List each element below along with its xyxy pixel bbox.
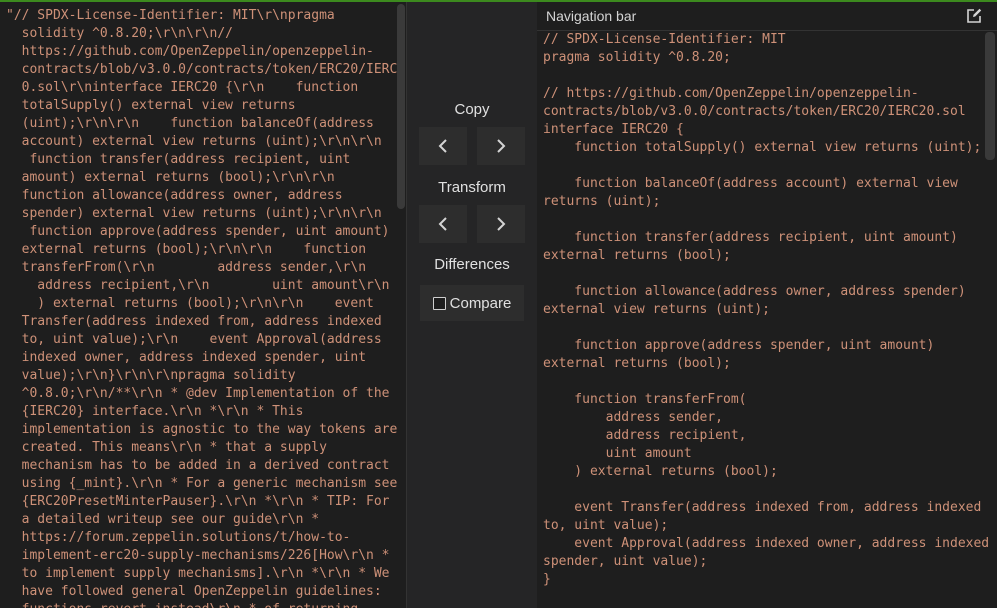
- code-line: function transfer(address recipient, uin…: [543, 230, 958, 245]
- code-line: external view returns (uint);: [543, 302, 770, 317]
- code-line: uint amount: [543, 446, 692, 461]
- compare-checkbox[interactable]: [432, 296, 446, 310]
- raw-text-line: indexed owner, address indexed spender, …: [6, 350, 367, 365]
- raw-text-line: ) external returns (bool);\r\n\r\n event: [6, 296, 374, 311]
- code-line: function allowance(address owner, addres…: [543, 284, 966, 299]
- navigation-bar-title: Navigation bar: [546, 8, 637, 24]
- code-line: spender, uint value);: [543, 554, 708, 569]
- raw-text-line: mechanism has to be added in a derived c…: [6, 458, 390, 473]
- raw-text-line: contracts/blob/v3.0.0/contracts/token/ER…: [6, 62, 405, 77]
- raw-text-line: {ERC20PresetMinterPauser}.\r\n *\r\n * T…: [6, 494, 390, 509]
- raw-text-line: function approve(address spender, uint a…: [6, 224, 390, 239]
- chevron-right-icon: [497, 139, 506, 153]
- raw-text-line: implementation is agnostic to the way to…: [6, 422, 398, 437]
- code-line: event Approval(address indexed owner, ad…: [543, 536, 990, 551]
- code-line: function totalSupply() external view ret…: [543, 140, 982, 155]
- code-line: event Transfer(address indexed from, add…: [543, 500, 982, 515]
- chevron-left-icon: [438, 139, 447, 153]
- code-line: ) external returns (bool);: [543, 464, 778, 479]
- raw-text-scrollbar-thumb[interactable]: [397, 4, 405, 209]
- raw-text-area[interactable]: "// SPDX-License-Identifier: MIT\r\nprag…: [6, 7, 405, 608]
- chevron-left-icon: [438, 217, 447, 231]
- raw-text-line: implement-erc20-supply-mechanisms/226[Ho…: [6, 548, 390, 563]
- raw-text-line: have followed general OpenZeppelin guide…: [6, 584, 382, 599]
- code-line: contracts/blob/v3.0.0/contracts/token/ER…: [543, 104, 966, 119]
- code-line: pragma solidity ^0.8.20;: [543, 50, 731, 65]
- raw-text-line: solidity ^0.8.20;\r\n\r\n//: [6, 26, 233, 41]
- code-line: // SPDX-License-Identifier: MIT: [543, 32, 786, 47]
- code-line: function balanceOf(address account) exte…: [543, 176, 958, 191]
- transform-prev-button[interactable]: [419, 205, 467, 243]
- raw-text-line: account) external view returns (uint);\r…: [6, 134, 382, 149]
- code-line: returns (uint);: [543, 194, 661, 209]
- copy-label: Copy: [454, 101, 490, 118]
- raw-text-line: ^0.8.0;\r\n/**\r\n * @dev Implementation…: [6, 386, 390, 401]
- differences-label: Differences: [434, 256, 510, 273]
- raw-text-line: 0.sol\r\ninterface IERC20 {\r\n function: [6, 80, 359, 95]
- raw-text-line: Transfer(address indexed from, address i…: [6, 314, 382, 329]
- code-line: function approve(address spender, uint a…: [543, 338, 935, 353]
- code-line: function transferFrom(: [543, 392, 747, 407]
- code-line: external returns (bool);: [543, 356, 731, 371]
- compare-toggle[interactable]: Compare: [420, 285, 524, 321]
- compare-label: Compare: [449, 294, 512, 312]
- raw-text-scrollbar[interactable]: [397, 4, 405, 608]
- raw-text-panel[interactable]: "// SPDX-License-Identifier: MIT\r\nprag…: [0, 2, 405, 608]
- raw-text-line: to implement supply mechanisms].\r\n *\r…: [6, 566, 390, 581]
- raw-text-line: function transfer(address recipient, uin…: [6, 152, 351, 167]
- raw-text-line: to, uint value);\r\n event Approval(addr…: [6, 332, 382, 347]
- chevron-right-icon: [497, 217, 506, 231]
- code-line: // https://github.com/OpenZeppelin/openz…: [543, 86, 919, 101]
- raw-text-line: transferFrom(\r\n address sender,\r\n: [6, 260, 367, 275]
- raw-text-line: function allowance(address owner, addres…: [6, 188, 343, 203]
- copy-next-button[interactable]: [477, 127, 525, 165]
- formatted-scrollbar[interactable]: [985, 32, 995, 608]
- code-line: address recipient,: [543, 428, 747, 443]
- raw-text-line: amount) external returns (bool);\r\n\r\n: [6, 170, 335, 185]
- raw-text-line: created. This means\r\n * that a supply: [6, 440, 327, 455]
- raw-text-line: https://forum.zeppelin.solutions/t/how-t…: [6, 530, 351, 545]
- raw-text-line: spender) external view returns (uint);\r…: [6, 206, 382, 221]
- code-line: }: [543, 572, 551, 587]
- raw-text-line: a detailed writeup see our guide\r\n *: [6, 512, 320, 527]
- controls-column: Copy Transform Differences Compare: [406, 2, 538, 608]
- transform-next-button[interactable]: [477, 205, 525, 243]
- raw-text-line: {IERC20} interface.\r\n *\r\n * This: [6, 404, 304, 419]
- raw-text-line: functions revert instead\r\n * of return…: [6, 602, 359, 608]
- raw-text-line: external returns (bool);\r\n\r\n functio…: [6, 242, 367, 257]
- raw-text-line: (uint);\r\n\r\n function balanceOf(addre…: [6, 116, 374, 131]
- raw-text-line: "// SPDX-License-Identifier: MIT\r\nprag…: [6, 8, 335, 23]
- raw-text-line: totalSupply() external view returns: [6, 98, 296, 113]
- code-line: interface IERC20 {: [543, 122, 684, 137]
- code-line: external returns (bool);: [543, 248, 731, 263]
- raw-text-line: https://github.com/OpenZeppelin/openzepp…: [6, 44, 374, 59]
- formatted-code-view[interactable]: // SPDX-License-Identifier: MIT pragma s…: [543, 31, 989, 589]
- copy-prev-button[interactable]: [419, 127, 467, 165]
- formatted-scrollbar-thumb[interactable]: [985, 32, 995, 160]
- transform-label: Transform: [438, 179, 506, 196]
- code-line: address sender,: [543, 410, 724, 425]
- code-line: to, uint value);: [543, 518, 669, 533]
- raw-text-line: using {_mint}.\r\n * For a generic mecha…: [6, 476, 398, 491]
- raw-text-line: address recipient,\r\n uint amount\r\n: [6, 278, 390, 293]
- edit-icon[interactable]: [965, 7, 983, 25]
- formatted-panel: Navigation bar // SPDX-License-Identifie…: [537, 2, 997, 608]
- formatted-panel-header: Navigation bar: [537, 2, 997, 31]
- raw-text-line: value);\r\n}\r\n\r\npragma solidity: [6, 368, 296, 383]
